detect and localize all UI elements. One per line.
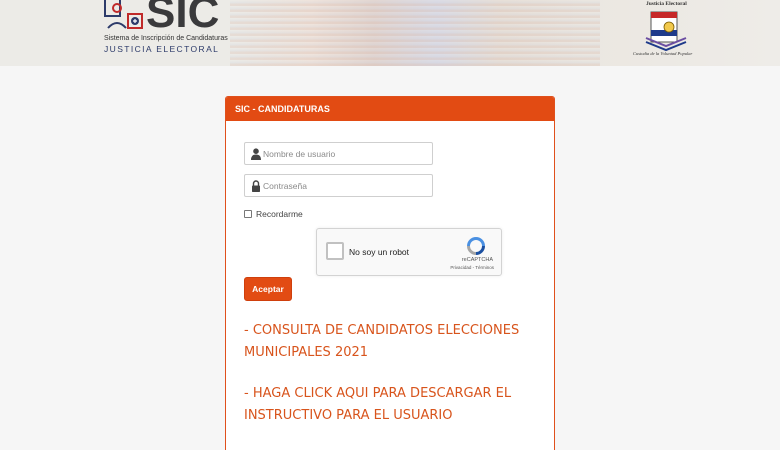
header-banner: SIC Sistema de Inscripción de Candidatur… [0, 0, 780, 66]
remember-label: Recordarme [256, 209, 303, 219]
user-icon [251, 148, 261, 160]
remember-checkbox[interactable] [244, 210, 252, 218]
remember-me[interactable]: Recordarme [244, 209, 303, 219]
recaptcha-checkbox[interactable] [326, 242, 344, 260]
lock-icon [252, 180, 260, 192]
logo-title: SIC [146, 0, 220, 37]
login-panel: SIC - CANDIDATURAS Recordarme No soy un … [225, 96, 555, 450]
recaptcha-label: No soy un robot [349, 247, 410, 257]
panel-title: SIC - CANDIDATURAS [226, 97, 554, 121]
logo-org: JUSTICIA ELECTORAL [104, 44, 220, 54]
recaptcha-links[interactable]: Privacidad - Términos [450, 265, 494, 270]
recaptcha-brand: reCAPTCHA [461, 257, 493, 263]
link-consulta-line1: - CONSULTA DE CANDIDATOS ELECCIONES [244, 323, 520, 338]
link-consulta-line2: MUNICIPALES 2021 [244, 345, 369, 360]
link-consulta-candidatos[interactable]: - CONSULTA DE CANDIDATOS ELECCIONES MUNI… [244, 320, 544, 364]
banner-decoration [230, 0, 600, 66]
link-instructivo-line2: INSTRUCTIVO PARA EL USUARIO [244, 408, 453, 423]
link-descargar-instructivo[interactable]: - HAGA CLICK AQUI PARA DESCARGAR EL INST… [244, 383, 544, 427]
username-input[interactable] [263, 144, 429, 163]
logo-subtitle: Sistema de Inscripción de Candidaturas [104, 35, 228, 42]
password-input[interactable] [263, 176, 429, 195]
recaptcha-icon [467, 237, 485, 255]
recaptcha-widget: No soy un robot reCAPTCHA Privacidad - T… [316, 228, 502, 276]
right-logo-bottom-text: Custodia de la Voluntad Popular [633, 51, 693, 56]
sic-logo-icon [104, 0, 143, 29]
submit-button[interactable]: Aceptar [244, 277, 292, 301]
link-instructivo-line1: - HAGA CLICK AQUI PARA DESCARGAR EL [244, 386, 512, 401]
username-field[interactable] [244, 142, 433, 165]
password-field[interactable] [244, 174, 433, 197]
